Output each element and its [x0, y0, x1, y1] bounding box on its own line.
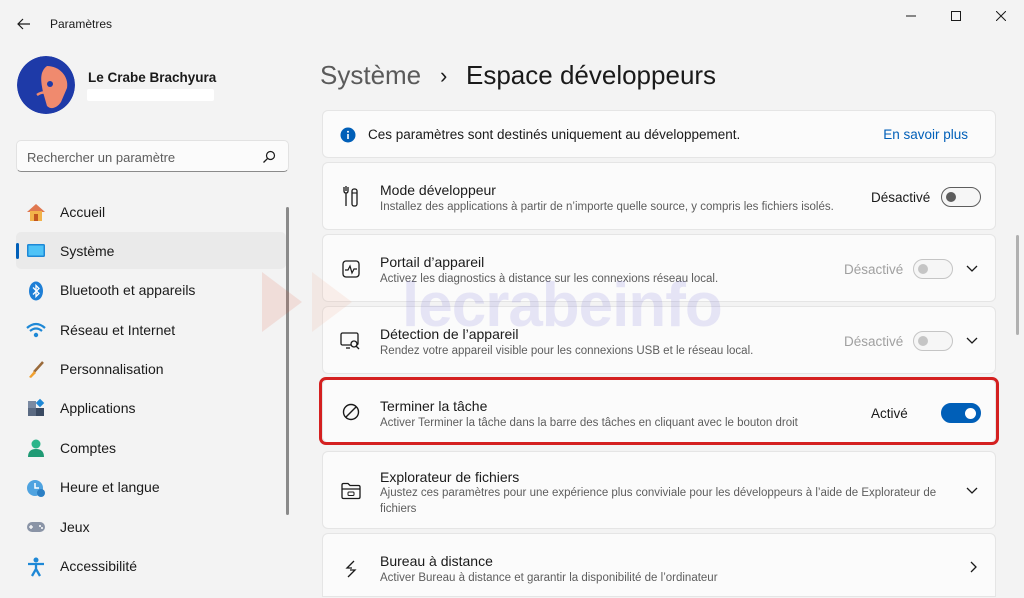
setting-device-portal: Portail d’appareil Activez les diagnosti…	[322, 234, 996, 302]
setting-remote-desktop[interactable]: Bureau à distance Activer Bureau à dista…	[322, 533, 996, 597]
home-icon	[25, 201, 47, 223]
sidebar-nav: Accueil Système Bluetooth et appareils R…	[16, 193, 286, 587]
setting-description: Installez des applications à partir de n…	[380, 201, 834, 213]
learn-more-link[interactable]: En savoir plus	[883, 127, 968, 142]
setting-description: Ajustez ces paramètres pour une expérien…	[380, 487, 937, 515]
brush-icon	[25, 359, 47, 381]
sidebar-item-reseau[interactable]: Réseau et Internet	[16, 311, 286, 348]
page-title: Espace développeurs	[466, 60, 717, 90]
title-bar: Paramètres	[0, 0, 1024, 46]
breadcrumb-separator: ›	[440, 63, 448, 88]
minimize-icon	[906, 15, 916, 17]
profile-email-redacted	[87, 89, 214, 101]
folder-icon	[340, 480, 362, 502]
sidebar-item-label: Système	[60, 242, 115, 259]
back-button[interactable]	[10, 12, 38, 36]
minimize-button[interactable]	[888, 5, 934, 27]
maximize-icon	[951, 11, 961, 21]
system-icon	[25, 240, 47, 262]
setting-title: Bureau à distance	[380, 553, 493, 569]
wifi-icon	[25, 319, 47, 341]
chevron-right-icon[interactable]	[966, 559, 982, 575]
sidebar-item-bluetooth[interactable]: Bluetooth et appareils	[16, 272, 286, 309]
breadcrumb-parent[interactable]: Système	[320, 60, 421, 91]
setting-title: Détection de l’appareil	[380, 326, 519, 342]
setting-title: Explorateur de fichiers	[380, 469, 520, 485]
bluetooth-icon	[25, 280, 47, 302]
avatar[interactable]	[17, 56, 75, 114]
sidebar-item-accessibilite[interactable]: Accessibilité	[16, 548, 286, 585]
developer-mode-toggle[interactable]	[941, 187, 981, 207]
setting-developer-mode: Mode développeur Installez des applicati…	[322, 162, 996, 230]
device-discovery-icon	[340, 330, 362, 352]
sidebar-item-comptes[interactable]: Comptes	[16, 429, 286, 466]
sidebar-item-label: Bluetooth et appareils	[60, 282, 196, 299]
setting-end-task: Terminer la tâche Activer Terminer la tâ…	[322, 379, 996, 443]
sidebar-item-label: Jeux	[60, 518, 90, 535]
remote-desktop-icon	[340, 558, 362, 580]
profile-name: Le Crabe Brachyura	[88, 70, 217, 85]
main-scrollbar[interactable]	[1016, 235, 1019, 335]
chevron-down-icon[interactable]	[964, 483, 980, 499]
clock-globe-icon	[25, 477, 47, 499]
sidebar-item-label: Personnalisation	[60, 361, 164, 378]
app-title: Paramètres	[50, 17, 113, 31]
accessibility-icon	[25, 556, 47, 578]
back-arrow-icon	[17, 18, 30, 30]
sidebar-item-label: Réseau et Internet	[60, 321, 176, 338]
search-icon[interactable]	[262, 150, 276, 164]
setting-title: Terminer la tâche	[380, 398, 488, 414]
setting-title: Portail d’appareil	[380, 254, 485, 270]
toggle-state-label: Désactivé	[844, 334, 904, 349]
toggle-state-label: Désactivé	[844, 262, 904, 277]
end-task-icon	[340, 401, 362, 423]
sidebar-item-label: Comptes	[60, 439, 117, 456]
sidebar-item-applications[interactable]: Applications	[16, 390, 286, 427]
setting-description: Rendez votre appareil visible pour les c…	[380, 345, 754, 357]
toggle-state-label: Désactivé	[871, 190, 931, 205]
sidebar-item-label: Applications	[60, 400, 136, 417]
developer-tools-icon	[340, 185, 362, 207]
close-button[interactable]	[978, 5, 1024, 27]
toggle-state-label: Activé	[871, 406, 908, 421]
sidebar-item-heure-langue[interactable]: Heure et langue	[16, 469, 286, 506]
info-banner: Ces paramètres sont destinés uniquement …	[322, 110, 996, 158]
setting-description: Activez les diagnostics à distance sur l…	[380, 273, 719, 285]
info-icon	[337, 124, 359, 146]
search-box[interactable]	[16, 140, 289, 172]
device-portal-icon	[340, 258, 362, 280]
gamepad-icon	[25, 516, 47, 538]
sidebar-item-accueil[interactable]: Accueil	[16, 193, 286, 230]
device-discovery-toggle[interactable]	[913, 331, 953, 351]
setting-title: Mode développeur	[380, 182, 496, 198]
active-indicator	[16, 243, 19, 260]
sidebar-scrollbar[interactable]	[286, 207, 289, 515]
sidebar-item-personnalisation[interactable]: Personnalisation	[16, 351, 286, 388]
account-icon	[25, 437, 47, 459]
setting-description: Activer Terminer la tâche dans la barre …	[380, 417, 798, 429]
apps-icon	[25, 398, 47, 420]
chevron-down-icon[interactable]	[964, 333, 980, 349]
sidebar-item-systeme[interactable]: Système	[16, 232, 286, 270]
setting-description: Activer Bureau à distance et garantir la…	[380, 572, 718, 584]
device-portal-toggle[interactable]	[913, 259, 953, 279]
maximize-button[interactable]	[933, 5, 979, 27]
close-icon	[996, 11, 1006, 21]
info-banner-text: Ces paramètres sont destinés uniquement …	[368, 127, 741, 142]
search-input[interactable]	[27, 148, 257, 166]
setting-device-discovery: Détection de l’appareil Rendez votre app…	[322, 306, 996, 374]
end-task-toggle[interactable]	[941, 403, 981, 423]
sidebar-item-jeux[interactable]: Jeux	[16, 508, 286, 545]
chevron-down-icon[interactable]	[964, 261, 980, 277]
setting-file-explorer: Explorateur de fichiers Ajustez ces para…	[322, 451, 996, 529]
sidebar-item-label: Heure et langue	[60, 479, 160, 496]
sidebar-item-label: Accueil	[60, 203, 106, 220]
sidebar-item-label: Accessibilité	[60, 558, 138, 575]
